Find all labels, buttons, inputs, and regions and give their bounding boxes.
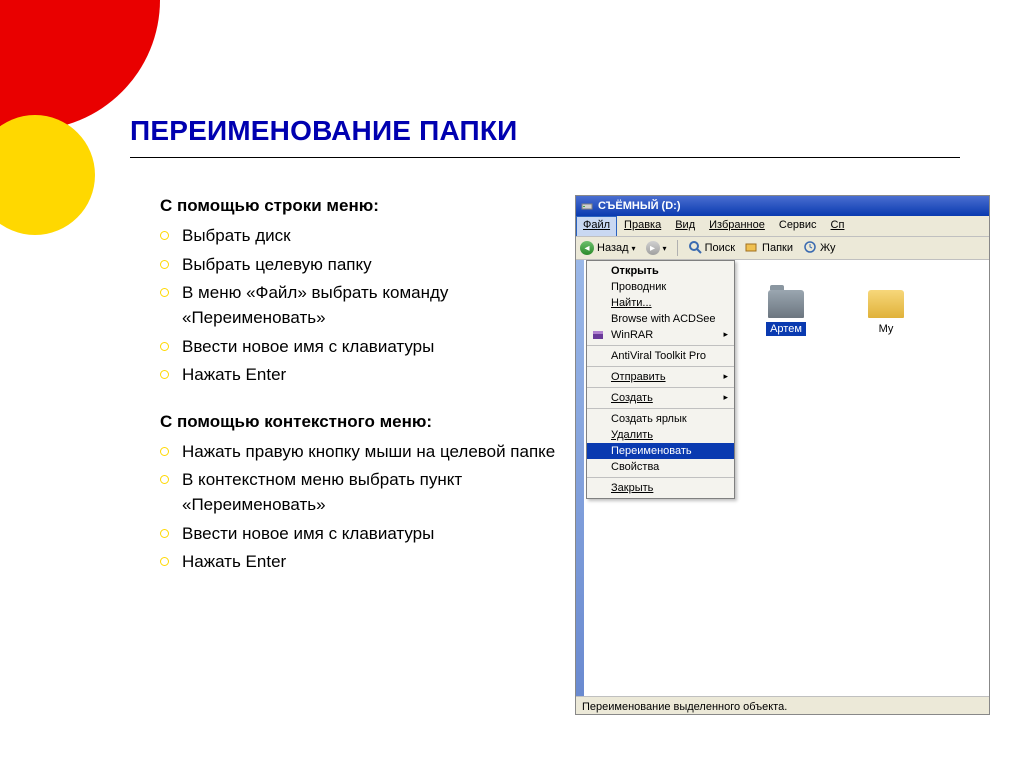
back-icon: ◂: [580, 241, 594, 255]
text-column: С помощью строки меню: Выбрать диск Выбр…: [160, 188, 570, 593]
list-item: Нажать Enter: [160, 550, 570, 575]
decor-red-circle: [0, 0, 160, 130]
list-item: Выбрать диск: [160, 224, 570, 249]
folder-icon: [868, 290, 904, 318]
history-button[interactable]: Жу: [803, 240, 836, 257]
folder-item[interactable]: Му: [856, 290, 916, 336]
list-item: Ввести новое имя с клавиатуры: [160, 522, 570, 547]
status-text: Переименование выделенного объекта.: [582, 701, 787, 713]
list-item: Ввести новое имя с клавиатуры: [160, 335, 570, 360]
menu-tools[interactable]: Сервис: [772, 216, 824, 236]
toolbar-separator: [677, 240, 678, 256]
title-rule: [130, 157, 960, 158]
folder-label: Артем: [766, 322, 806, 336]
menu-item-new[interactable]: Создать: [587, 390, 734, 406]
section1-list: Выбрать диск Выбрать целевую папку В мен…: [160, 224, 570, 388]
status-bar: Переименование выделенного объекта.: [576, 696, 989, 715]
menu-item-open[interactable]: Открыть: [587, 263, 734, 279]
list-item: Нажать правую кнопку мыши на целевой пап…: [160, 440, 570, 465]
menubar: Файл Правка Вид Избранное Сервис Сп: [576, 216, 989, 237]
left-sidebar-strip: [576, 260, 584, 696]
menu-item-find[interactable]: Найти...: [587, 295, 734, 311]
forward-icon: ▸: [646, 241, 660, 255]
file-dropdown-menu: Открыть Проводник Найти... Browse with A…: [586, 260, 735, 499]
section1-heading: С помощью строки меню:: [160, 196, 570, 216]
menu-item-winrar[interactable]: WinRAR: [587, 327, 734, 343]
slide-title: ПЕРЕИМЕНОВАНИЕ ПАПКИ: [130, 115, 994, 147]
toolbar: ◂ Назад ▾ ▸ ▾ Поиск Папки Жу: [576, 237, 989, 260]
winrar-icon: [591, 328, 605, 342]
search-icon: [688, 240, 702, 257]
drive-icon: [580, 199, 594, 213]
menu-item-antiviral[interactable]: AntiViral Toolkit Pro: [587, 348, 734, 364]
window-titlebar[interactable]: СЪЁМНЫЙ (D:): [576, 196, 989, 216]
menu-item-rename[interactable]: Переименовать: [587, 443, 734, 459]
section2-heading: С помощью контекстного меню:: [160, 412, 570, 432]
client-area: Открыть Проводник Найти... Browse with A…: [576, 260, 989, 696]
search-button[interactable]: Поиск: [688, 240, 735, 257]
folder-item[interactable]: Артем: [756, 290, 816, 336]
menu-edit[interactable]: Правка: [617, 216, 668, 236]
menu-item-shortcut[interactable]: Создать ярлык: [587, 411, 734, 427]
menu-favorites[interactable]: Избранное: [702, 216, 772, 236]
menu-item-acdsee[interactable]: Browse with ACDSee: [587, 311, 734, 327]
history-icon: [803, 240, 817, 257]
decor-yellow-circle: [0, 115, 95, 235]
menu-item-properties[interactable]: Свойства: [587, 459, 734, 475]
folder-label: Му: [875, 322, 898, 336]
menu-help[interactable]: Сп: [824, 216, 852, 236]
list-item: Выбрать целевую папку: [160, 253, 570, 278]
window-title: СЪЁМНЫЙ (D:): [598, 200, 681, 212]
forward-button[interactable]: ▸ ▾: [646, 241, 667, 255]
menu-item-close[interactable]: Закрыть: [587, 480, 734, 496]
back-button[interactable]: ◂ Назад ▾: [580, 241, 636, 255]
folder-grid: Артем Му: [756, 290, 916, 336]
menu-item-send[interactable]: Отправить: [587, 369, 734, 385]
menu-file[interactable]: Файл: [576, 216, 617, 236]
folders-icon: [745, 240, 759, 257]
menu-item-explorer[interactable]: Проводник: [587, 279, 734, 295]
menu-item-delete[interactable]: Удалить: [587, 427, 734, 443]
list-item: Нажать Enter: [160, 363, 570, 388]
explorer-window: СЪЁМНЫЙ (D:) Файл Правка Вид Избранное С…: [575, 195, 990, 715]
list-item: В контекстном меню выбрать пункт «Переим…: [160, 468, 570, 517]
folder-icon: [768, 290, 804, 318]
folders-button[interactable]: Папки: [745, 240, 793, 257]
menu-view[interactable]: Вид: [668, 216, 702, 236]
section2-list: Нажать правую кнопку мыши на целевой пап…: [160, 440, 570, 575]
list-item: В меню «Файл» выбрать команду «Переимено…: [160, 281, 570, 330]
